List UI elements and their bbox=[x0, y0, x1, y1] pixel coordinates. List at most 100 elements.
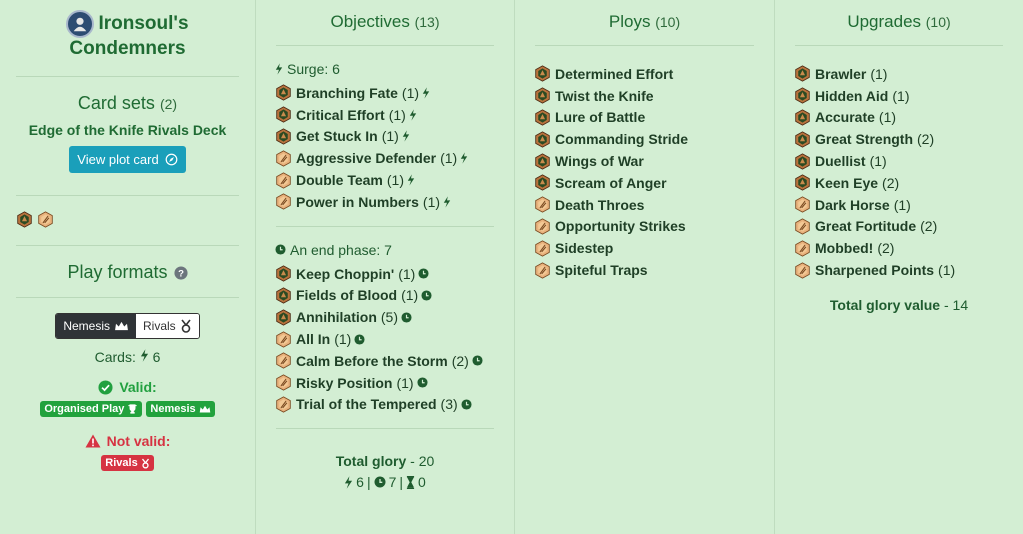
warband-faction-icon bbox=[534, 131, 551, 148]
card-list-item[interactable]: Double Team (1) bbox=[275, 169, 514, 191]
hourglass-icon bbox=[406, 475, 415, 489]
card-list-item[interactable]: Power in Numbers (1) bbox=[275, 191, 514, 213]
warband-faction-icon bbox=[534, 65, 551, 82]
warband-faction-icon bbox=[16, 211, 33, 228]
surge-bolt-icon bbox=[345, 476, 353, 489]
clock-icon bbox=[417, 377, 428, 388]
upgrades-count: (10) bbox=[925, 14, 951, 30]
universal-faction-icon bbox=[275, 193, 292, 210]
card-list-item[interactable]: Mobbed! (2) bbox=[794, 237, 1023, 259]
surge-bolt-icon bbox=[443, 196, 451, 208]
card-list-item[interactable]: Accurate (1) bbox=[794, 107, 1023, 129]
check-circle-icon bbox=[98, 379, 113, 395]
clock-icon bbox=[472, 355, 483, 366]
upgrades-list: Brawler (1) Hidden Aid (1) Accurate (1) Great … bbox=[794, 63, 1023, 281]
card-list-item[interactable]: Fields of Blood (1) bbox=[275, 285, 514, 307]
format-rivals-button[interactable]: Rivals bbox=[136, 314, 199, 338]
card-list-item[interactable]: Branching Fate (1) bbox=[275, 82, 514, 104]
divider bbox=[795, 45, 1003, 46]
card-list-item[interactable]: Lure of Battle bbox=[534, 107, 774, 129]
card-list-item[interactable]: Wings of War bbox=[534, 150, 774, 172]
card-name: Annihilation bbox=[296, 309, 377, 326]
card-name: Determined Effort bbox=[555, 65, 674, 82]
card-list-item[interactable]: Spiteful Traps bbox=[534, 259, 774, 281]
universal-faction-icon bbox=[794, 218, 811, 235]
universal-faction-icon bbox=[534, 196, 551, 213]
card-glory: (2) bbox=[451, 352, 469, 369]
card-sets-section: Card sets (2) Edge of the Knife Rivals D… bbox=[0, 93, 255, 173]
card-name: Get Stuck In bbox=[296, 128, 378, 145]
objectives-header: Objectives (13) bbox=[256, 12, 514, 32]
medal-icon bbox=[141, 458, 149, 469]
card-name: Risky Position bbox=[296, 374, 393, 391]
warband-faction-icon bbox=[275, 309, 292, 326]
divider bbox=[535, 45, 754, 46]
card-list-item[interactable]: Twist the Knife bbox=[534, 85, 774, 107]
play-formats-header: Play formats ? bbox=[0, 262, 255, 283]
universal-faction-icon bbox=[37, 211, 54, 228]
svg-text:?: ? bbox=[178, 268, 184, 279]
ploys-list: Determined Effort Twist the Knife Lure of … bbox=[534, 63, 774, 281]
divider bbox=[16, 76, 239, 77]
card-name: Duellist bbox=[815, 153, 866, 170]
warband-faction-icon bbox=[534, 174, 551, 191]
card-name: Scream of Anger bbox=[555, 174, 667, 191]
card-name: Keen Eye bbox=[815, 174, 879, 191]
card-list-item[interactable]: All In (1) bbox=[275, 328, 514, 350]
card-list-item[interactable]: Annihilation (5) bbox=[275, 306, 514, 328]
card-sets-count: (2) bbox=[159, 96, 178, 112]
divider bbox=[16, 195, 239, 196]
help-icon[interactable]: ? bbox=[173, 265, 188, 280]
card-glory: (1) bbox=[870, 65, 888, 82]
card-list-item[interactable]: Sharpened Points (1) bbox=[794, 259, 1023, 281]
universal-faction-icon bbox=[275, 374, 292, 391]
card-list-item[interactable]: Get Stuck In (1) bbox=[275, 126, 514, 148]
card-list-item[interactable]: Death Throes bbox=[534, 194, 774, 216]
card-glory: (1) bbox=[893, 196, 911, 213]
universal-faction-icon bbox=[794, 240, 811, 257]
card-list-item[interactable]: Sidestep bbox=[534, 237, 774, 259]
universal-faction-icon bbox=[275, 172, 292, 189]
card-list-item[interactable]: Aggressive Defender (1) bbox=[275, 147, 514, 169]
card-list-item[interactable]: Trial of the Tempered (3) bbox=[275, 394, 514, 416]
view-plot-card-button[interactable]: View plot card bbox=[69, 146, 186, 173]
card-list-item[interactable]: Scream of Anger bbox=[534, 172, 774, 194]
card-list-item[interactable]: Duellist (1) bbox=[794, 150, 1023, 172]
end-phase-objectives-list: Keep Choppin' (1) Fields of Blood (1) Annihi… bbox=[275, 263, 514, 416]
valid-heading: Valid: bbox=[0, 379, 255, 395]
card-list-item[interactable]: Brawler (1) bbox=[794, 63, 1023, 85]
format-nemesis-button[interactable]: Nemesis bbox=[56, 314, 136, 338]
warband-faction-icon bbox=[534, 153, 551, 170]
card-list-item[interactable]: Critical Effort (1) bbox=[275, 104, 514, 126]
card-list-item[interactable]: Dark Horse (1) bbox=[794, 194, 1023, 216]
card-list-item[interactable]: Opportunity Strikes bbox=[534, 216, 774, 238]
objectives-breakdown: 6 | 7 | 0 bbox=[256, 474, 514, 490]
card-list-item[interactable]: Great Strength (2) bbox=[794, 128, 1023, 150]
surge-bolt-icon bbox=[407, 174, 415, 186]
card-list-item[interactable]: Keep Choppin' (1) bbox=[275, 263, 514, 285]
card-list-item[interactable]: Calm Before the Storm (2) bbox=[275, 350, 514, 372]
card-list-item[interactable]: Keen Eye (2) bbox=[794, 172, 1023, 194]
badge-rivals: Rivals bbox=[101, 455, 154, 471]
card-list-item[interactable]: Risky Position (1) bbox=[275, 372, 514, 394]
card-list-item[interactable]: Hidden Aid (1) bbox=[794, 85, 1023, 107]
warband-faction-icon bbox=[794, 131, 811, 148]
card-list-item[interactable]: Great Fortitude (2) bbox=[794, 216, 1023, 238]
cards-count: Cards: 6 bbox=[94, 349, 161, 365]
divider bbox=[276, 45, 494, 46]
card-name: Accurate bbox=[815, 109, 875, 126]
card-list-item[interactable]: Commanding Stride bbox=[534, 128, 774, 150]
deck-title-line2: Condemners bbox=[69, 38, 186, 59]
warband-faction-icon bbox=[794, 153, 811, 170]
clock-icon bbox=[421, 290, 432, 301]
card-list-item[interactable]: Determined Effort bbox=[534, 63, 774, 85]
medal-icon bbox=[181, 319, 191, 333]
surge-bolt-icon bbox=[409, 109, 417, 121]
universal-faction-icon bbox=[534, 218, 551, 235]
warning-icon bbox=[85, 434, 101, 448]
warband-faction-icon bbox=[275, 128, 292, 145]
card-name: Commanding Stride bbox=[555, 131, 689, 148]
compass-icon bbox=[165, 153, 178, 166]
clock-icon bbox=[401, 312, 412, 323]
divider bbox=[276, 428, 494, 430]
